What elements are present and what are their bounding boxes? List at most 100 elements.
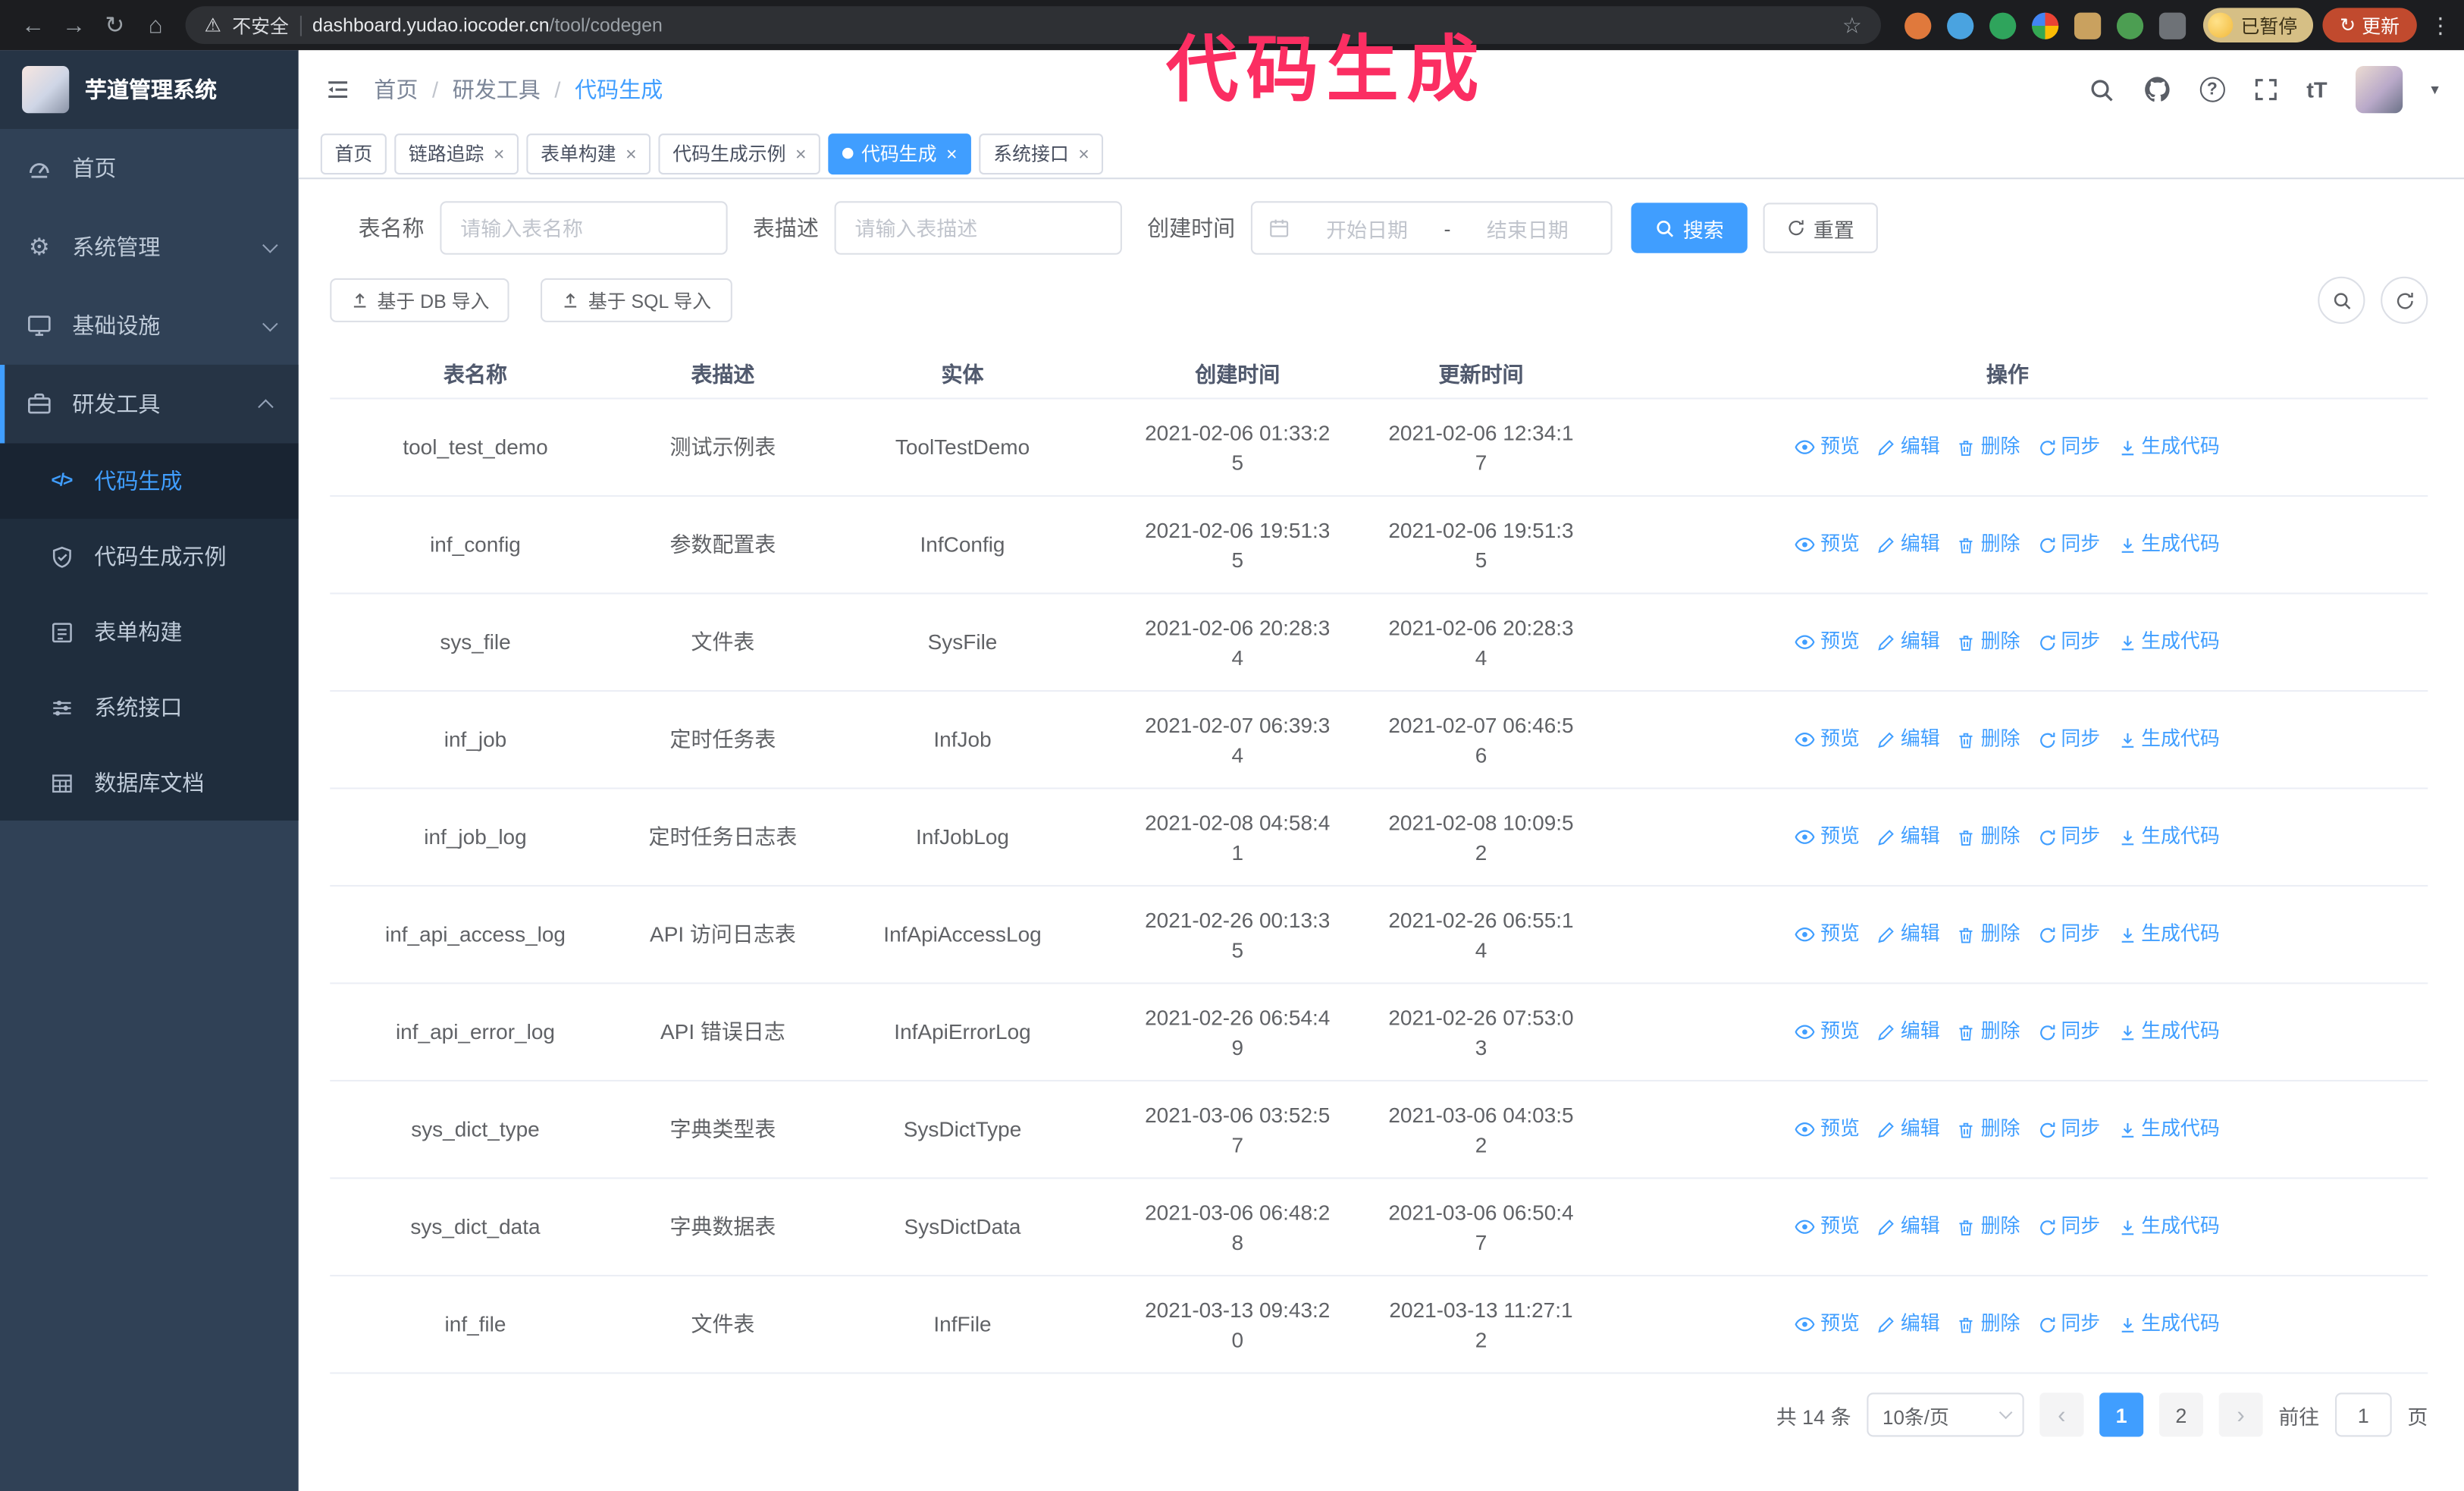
browser-menu-icon[interactable]: ⋮ bbox=[2429, 12, 2451, 39]
back-icon[interactable]: ← bbox=[13, 5, 54, 46]
action-delete-link[interactable]: 删除 bbox=[1958, 1310, 2020, 1339]
user-avatar[interactable] bbox=[2355, 66, 2403, 114]
avatar-caret-icon[interactable]: ▾ bbox=[2431, 81, 2438, 99]
action-edit-link[interactable]: 编辑 bbox=[1877, 725, 1940, 755]
action-delete-link[interactable]: 删除 bbox=[1958, 1115, 2020, 1144]
action-delete-link[interactable]: 删除 bbox=[1958, 529, 2020, 559]
action-generate-link[interactable]: 生成代码 bbox=[2118, 1115, 2220, 1144]
sidebar-item-dev-tools[interactable]: 研发工具 bbox=[0, 364, 299, 444]
page-size-select[interactable]: 10条/页 bbox=[1867, 1392, 2024, 1437]
action-generate-link[interactable]: 生成代码 bbox=[2118, 822, 2220, 852]
action-preview-link[interactable]: 预览 bbox=[1795, 1310, 1860, 1339]
paused-extension-badge[interactable]: 已暂停 bbox=[2202, 8, 2313, 42]
action-generate-link[interactable]: 生成代码 bbox=[2118, 1212, 2220, 1241]
action-delete-link[interactable]: 删除 bbox=[1958, 1017, 2020, 1047]
action-preview-link[interactable]: 预览 bbox=[1795, 1212, 1860, 1241]
action-edit-link[interactable]: 编辑 bbox=[1877, 1017, 1940, 1047]
tab-close-icon[interactable]: × bbox=[795, 143, 807, 165]
action-delete-link[interactable]: 删除 bbox=[1958, 432, 2020, 462]
browser-extension-icon[interactable] bbox=[1946, 11, 1974, 39]
sidebar-item-system-api[interactable]: 系统接口 bbox=[0, 670, 299, 745]
action-sync-link[interactable]: 同步 bbox=[2037, 1115, 2100, 1144]
action-edit-link[interactable]: 编辑 bbox=[1877, 432, 1940, 462]
home-icon[interactable]: ⌂ bbox=[135, 5, 176, 46]
action-generate-link[interactable]: 生成代码 bbox=[2118, 920, 2220, 950]
sidebar-collapse-icon[interactable] bbox=[324, 77, 352, 102]
action-sync-link[interactable]: 同步 bbox=[2037, 822, 2100, 852]
sidebar-item-infrastructure[interactable]: 基础设施 bbox=[0, 286, 299, 365]
table-desc-input[interactable] bbox=[834, 201, 1122, 255]
next-page-button[interactable]: › bbox=[2218, 1392, 2263, 1437]
action-sync-link[interactable]: 同步 bbox=[2037, 432, 2100, 462]
goto-page-input[interactable] bbox=[2334, 1392, 2392, 1437]
puzzle-extension-icon[interactable] bbox=[2158, 11, 2186, 39]
date-range-picker[interactable]: 开始日期 - 结束日期 bbox=[1250, 201, 1613, 255]
reset-button[interactable]: 重置 bbox=[1763, 202, 1878, 253]
action-sync-link[interactable]: 同步 bbox=[2037, 529, 2100, 559]
action-sync-link[interactable]: 同步 bbox=[2037, 1017, 2100, 1047]
tab-close-icon[interactable]: × bbox=[1078, 143, 1089, 165]
action-edit-link[interactable]: 编辑 bbox=[1877, 529, 1940, 559]
sidebar-item-form-builder[interactable]: 表单构建 bbox=[0, 594, 299, 669]
import-sql-button[interactable]: 基于 SQL 导入 bbox=[541, 278, 732, 322]
breadcrumb-dev-tools[interactable]: 研发工具 bbox=[453, 74, 541, 105]
app-logo-row[interactable]: 芋道管理系统 bbox=[0, 50, 299, 129]
tab-form-builder[interactable]: 表单构建 × bbox=[526, 133, 651, 174]
browser-update-button[interactable]: ↻ 更新 bbox=[2322, 8, 2417, 42]
action-preview-link[interactable]: 预览 bbox=[1795, 432, 1860, 462]
address-bar[interactable]: ⚠ 不安全 dashboard.yudao.iocoder.cn/tool/co… bbox=[185, 6, 1881, 45]
tab-system-api[interactable]: 系统接口 × bbox=[979, 133, 1104, 174]
fullscreen-icon[interactable] bbox=[2253, 77, 2278, 102]
browser-extension-icon[interactable] bbox=[1904, 11, 1932, 39]
action-delete-link[interactable]: 删除 bbox=[1958, 725, 2020, 755]
import-db-button[interactable]: 基于 DB 导入 bbox=[330, 278, 510, 322]
tab-codegen-demo[interactable]: 代码生成示例 × bbox=[658, 133, 821, 174]
action-preview-link[interactable]: 预览 bbox=[1795, 725, 1860, 755]
sidebar-item-system-management[interactable]: ⚙ 系统管理 bbox=[0, 208, 299, 287]
action-sync-link[interactable]: 同步 bbox=[2037, 725, 2100, 755]
action-sync-link[interactable]: 同步 bbox=[2037, 920, 2100, 950]
tab-close-icon[interactable]: × bbox=[494, 143, 505, 165]
browser-extension-icon[interactable] bbox=[2074, 11, 2102, 39]
prev-page-button[interactable]: ‹ bbox=[2039, 1392, 2084, 1437]
action-generate-link[interactable]: 生成代码 bbox=[2118, 725, 2220, 755]
action-sync-link[interactable]: 同步 bbox=[2037, 1310, 2100, 1339]
action-preview-link[interactable]: 预览 bbox=[1795, 529, 1860, 559]
action-delete-link[interactable]: 删除 bbox=[1958, 1212, 2020, 1241]
action-delete-link[interactable]: 删除 bbox=[1958, 920, 2020, 950]
table-name-input[interactable] bbox=[440, 201, 728, 255]
breadcrumb-home[interactable]: 首页 bbox=[374, 74, 418, 105]
action-delete-link[interactable]: 删除 bbox=[1958, 822, 2020, 852]
action-generate-link[interactable]: 生成代码 bbox=[2118, 1310, 2220, 1339]
forward-icon[interactable]: → bbox=[53, 5, 94, 46]
tab-home[interactable]: 首页 bbox=[320, 133, 387, 174]
action-sync-link[interactable]: 同步 bbox=[2037, 1212, 2100, 1241]
toggle-search-button[interactable] bbox=[2318, 276, 2365, 324]
action-preview-link[interactable]: 预览 bbox=[1795, 1017, 1860, 1047]
refresh-button[interactable] bbox=[2381, 276, 2428, 324]
action-edit-link[interactable]: 编辑 bbox=[1877, 627, 1940, 657]
action-generate-link[interactable]: 生成代码 bbox=[2118, 627, 2220, 657]
action-generate-link[interactable]: 生成代码 bbox=[2118, 1017, 2220, 1047]
action-edit-link[interactable]: 编辑 bbox=[1877, 822, 1940, 852]
sidebar-item-codegen-demo[interactable]: 代码生成示例 bbox=[0, 519, 299, 594]
action-edit-link[interactable]: 编辑 bbox=[1877, 1310, 1940, 1339]
security-label[interactable]: 不安全 bbox=[232, 12, 289, 39]
action-preview-link[interactable]: 预览 bbox=[1795, 822, 1860, 852]
action-preview-link[interactable]: 预览 bbox=[1795, 920, 1860, 950]
browser-extension-icon[interactable] bbox=[2116, 11, 2143, 39]
page-1-button[interactable]: 1 bbox=[2099, 1392, 2144, 1437]
tab-codegen[interactable]: 代码生成 × bbox=[828, 133, 972, 174]
page-2-button[interactable]: 2 bbox=[2158, 1392, 2203, 1437]
action-edit-link[interactable]: 编辑 bbox=[1877, 1212, 1940, 1241]
tab-close-icon[interactable]: × bbox=[625, 143, 637, 165]
browser-extension-icon[interactable] bbox=[2031, 11, 2059, 39]
action-generate-link[interactable]: 生成代码 bbox=[2118, 529, 2220, 559]
action-preview-link[interactable]: 预览 bbox=[1795, 627, 1860, 657]
action-preview-link[interactable]: 预览 bbox=[1795, 1115, 1860, 1144]
sidebar-item-codegen[interactable]: </> 代码生成 bbox=[0, 443, 299, 519]
reload-icon[interactable]: ↻ bbox=[94, 5, 135, 46]
search-button[interactable]: 搜索 bbox=[1631, 202, 1748, 253]
sidebar-item-home[interactable]: 首页 bbox=[0, 129, 299, 208]
tab-close-icon[interactable]: × bbox=[946, 143, 958, 165]
